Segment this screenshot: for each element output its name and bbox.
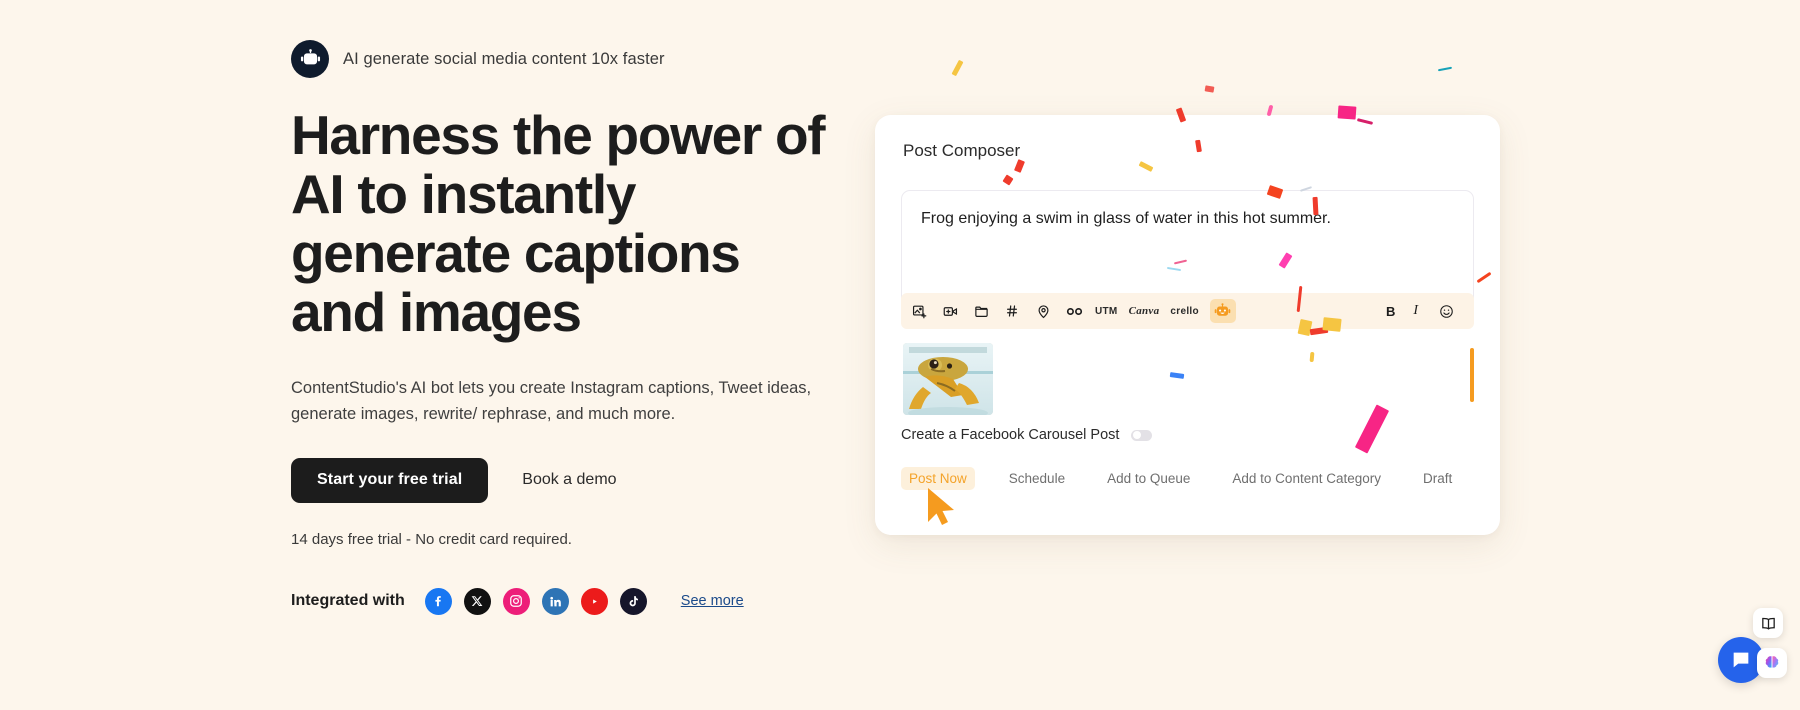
robot-ai-icon[interactable] <box>1209 299 1236 323</box>
composer-editor-text: Frog enjoying a swim in glass of water i… <box>921 210 1331 227</box>
landing-page-hero: AI generate social media content 10x fas… <box>0 0 1800 710</box>
composer-actions: Post Now Schedule Add to Queue Add to Co… <box>901 467 1480 490</box>
link-chain-icon[interactable] <box>1064 301 1084 321</box>
emoji-smiley-icon[interactable] <box>1436 301 1456 321</box>
action-schedule[interactable]: Schedule <box>1001 467 1073 490</box>
confetti-piece <box>1437 66 1453 72</box>
eyebrow: AI generate social media content 10x fas… <box>291 38 851 80</box>
carousel-toggle[interactable] <box>1131 429 1153 441</box>
location-pin-icon[interactable] <box>1033 301 1053 321</box>
bold-icon[interactable]: B <box>1386 304 1395 319</box>
action-draft[interactable]: Draft <box>1415 467 1460 490</box>
post-composer-card: Post Composer Frog enjoying a swim in gl… <box>875 115 1500 535</box>
eyebrow-text: AI generate social media content 10x fas… <box>343 49 665 68</box>
folder-icon[interactable] <box>971 301 991 321</box>
book-demo-button[interactable]: Book a demo <box>500 458 638 503</box>
crello-label[interactable]: crello <box>1170 306 1198 317</box>
hero-left-column: AI generate social media content 10x fas… <box>291 38 851 615</box>
toolbar-left-group: UTM Canva crello <box>909 299 1236 323</box>
integrated-with-label: Integrated with <box>291 592 405 609</box>
confetti-piece <box>1204 85 1215 93</box>
carousel-toggle-row: Create a Facebook Carousel Post <box>901 427 1153 443</box>
cta-row: Start your free trial Book a demo <box>291 457 851 503</box>
robot-avatar-icon <box>291 40 329 78</box>
image-plus-icon[interactable] <box>909 301 929 321</box>
hashtag-icon[interactable] <box>1002 301 1022 321</box>
ai-brain-widget[interactable] <box>1757 648 1787 678</box>
facebook-icon[interactable] <box>424 587 452 615</box>
video-plus-icon[interactable] <box>940 301 960 321</box>
action-post-now[interactable]: Post Now <box>901 467 975 490</box>
canva-label[interactable]: Canva <box>1129 305 1160 317</box>
linkedin-icon[interactable] <box>541 587 569 615</box>
docs-widget[interactable] <box>1753 608 1783 638</box>
composer-title: Post Composer <box>903 141 1021 160</box>
utm-label[interactable]: UTM <box>1095 306 1118 317</box>
start-free-trial-button[interactable]: Start your free trial <box>291 457 489 503</box>
action-add-to-queue[interactable]: Add to Queue <box>1099 467 1198 490</box>
trial-note: 14 days free trial - No credit card requ… <box>291 530 572 548</box>
action-add-to-content-category[interactable]: Add to Content Category <box>1224 467 1389 490</box>
youtube-icon[interactable] <box>580 587 608 615</box>
hero-subtext: ContentStudio's AI bot lets you create I… <box>291 379 812 424</box>
confetti-piece <box>951 59 964 77</box>
see-more-link[interactable]: See more <box>681 593 744 609</box>
integrations-row: Integrated with See more <box>291 587 851 615</box>
carousel-label: Create a Facebook Carousel Post <box>901 427 1120 443</box>
tiktok-icon[interactable] <box>619 587 647 615</box>
italic-icon[interactable]: I <box>1413 303 1418 319</box>
attachment-thumbnail[interactable] <box>903 343 993 415</box>
toolbar-right-group: B I <box>1386 301 1466 321</box>
instagram-icon[interactable] <box>502 587 530 615</box>
composer-toolbar: UTM Canva crello B I <box>901 293 1474 329</box>
x-twitter-icon[interactable] <box>463 587 491 615</box>
page-title: Harness the power of AI to instantly gen… <box>291 104 826 343</box>
